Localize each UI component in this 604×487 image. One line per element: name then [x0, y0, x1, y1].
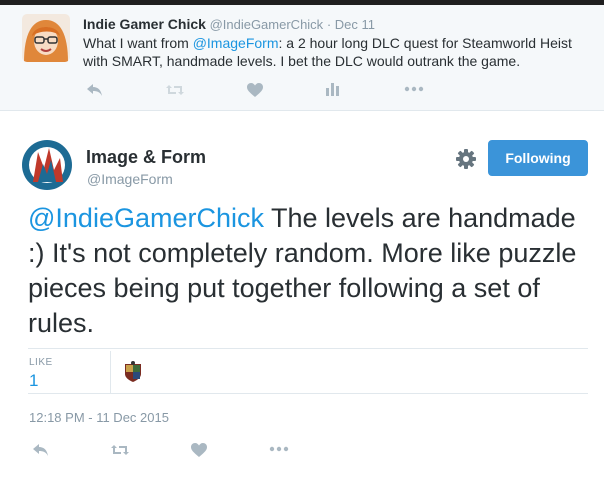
header-separator: · — [326, 17, 332, 32]
stats-bottom-divider — [28, 393, 588, 394]
parent-tweet-text: What I want from @ImageForm: a 2 hour lo… — [83, 34, 583, 70]
analytics-icon[interactable] — [325, 82, 339, 101]
reply-icon[interactable] — [31, 442, 49, 463]
likes-label: LIKE — [29, 357, 53, 368]
retweet-icon[interactable] — [109, 442, 131, 463]
parent-author-name[interactable]: Indie Gamer Chick — [83, 16, 206, 32]
stats-top-divider — [28, 348, 588, 349]
likes-count[interactable]: 1 — [29, 371, 38, 391]
parent-author-avatar[interactable] — [22, 14, 70, 62]
tweet-author-handle[interactable]: @ImageForm — [87, 171, 173, 187]
following-button[interactable]: Following — [488, 140, 588, 176]
stats-divider — [110, 351, 111, 393]
parent-author-handle[interactable]: @IndieGamerChick — [210, 17, 324, 32]
tweet-author-name[interactable]: Image & Form — [86, 147, 206, 168]
parent-tweet-date[interactable]: Dec 11 — [335, 17, 375, 32]
like-icon[interactable] — [190, 442, 208, 463]
tweet-author-avatar[interactable] — [20, 138, 74, 192]
reply-icon[interactable] — [85, 82, 103, 103]
parent-tweet[interactable]: Indie Gamer Chick @IndieGamerChick · Dec… — [0, 5, 604, 111]
parent-text-before: What I want from — [83, 35, 193, 51]
liker-avatar[interactable] — [121, 360, 145, 384]
tweet-timestamp[interactable]: 12:18 PM - 11 Dec 2015 — [29, 410, 169, 425]
more-icon[interactable] — [269, 442, 289, 461]
retweet-icon[interactable] — [165, 82, 185, 103]
tweet-text: @IndieGamerChick The levels are handmade… — [28, 201, 598, 341]
tweet-mention-link[interactable]: @IndieGamerChick — [28, 203, 264, 233]
like-icon[interactable] — [246, 82, 264, 103]
more-icon[interactable] — [404, 82, 424, 101]
parent-mention-link[interactable]: @ImageForm — [193, 35, 279, 51]
gear-icon[interactable] — [455, 148, 477, 170]
parent-tweet-header: Indie Gamer Chick @IndieGamerChick · Dec… — [83, 16, 375, 32]
